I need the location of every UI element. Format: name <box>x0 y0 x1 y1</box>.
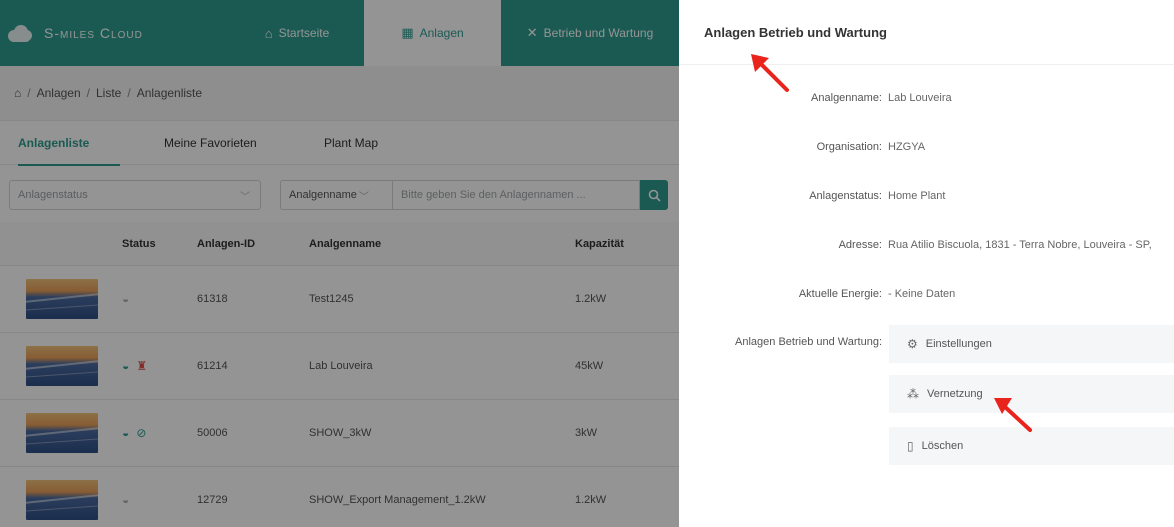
operations-drawer: Anlagen Betrieb und Wartung Analgenname:… <box>679 0 1174 527</box>
field-value: Rua Atilio Biscuola, 1831 - Terra Nobre,… <box>888 239 1152 251</box>
networking-button[interactable]: ⁂ Vernetzung <box>889 375 1174 413</box>
modal-overlay[interactable] <box>0 0 679 527</box>
field-label: Aktuelle Energie: <box>798 288 882 300</box>
networking-button-label: Vernetzung <box>927 388 983 400</box>
delete-button-label: Löschen <box>921 440 964 452</box>
field-plant-status: Anlagenstatus: Home Plant <box>679 190 1174 202</box>
field-organisation: Organisation: HZGYA <box>679 141 1174 153</box>
field-address: Adresse: Rua Atilio Biscuola, 1831 - Ter… <box>679 239 1174 251</box>
network-icon: ⁂ <box>907 387 919 401</box>
field-value: HZGYA <box>888 141 926 153</box>
field-label: Organisation: <box>816 141 882 153</box>
field-value: Lab Louveira <box>888 92 952 104</box>
trash-icon: ▯ <box>907 439 914 453</box>
field-label: Adresse: <box>838 239 882 251</box>
field-label: Anlagen Betrieb und Wartung: <box>735 336 882 348</box>
field-value: - Keine Daten <box>888 288 956 300</box>
field-current-energy: Aktuelle Energie: - Keine Daten <box>679 288 1174 300</box>
delete-button[interactable]: ▯ Löschen <box>889 427 1174 465</box>
gear-icon: ⚙ <box>907 337 918 351</box>
settings-button-label: Einstellungen <box>925 338 992 350</box>
field-label: Anlagenstatus: <box>809 190 882 202</box>
field-value: Home Plant <box>888 190 946 202</box>
field-label: Analgenname: <box>811 92 882 104</box>
drawer-title: Anlagen Betrieb und Wartung <box>679 0 1174 65</box>
field-plant-name: Analgenname: Lab Louveira <box>679 92 1174 104</box>
settings-button[interactable]: ⚙ Einstellungen <box>889 325 1174 363</box>
